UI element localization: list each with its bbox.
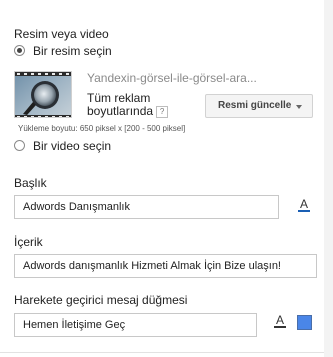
content-input[interactable]: Adwords danışmanlık Hizmeti Almak İçin B… bbox=[14, 254, 317, 278]
media-section-label: Resim veya video bbox=[14, 27, 109, 41]
radio-video-label[interactable]: Bir video seçin bbox=[33, 139, 111, 153]
thumbnail-photo bbox=[15, 72, 71, 117]
cta-button-color-swatch[interactable] bbox=[297, 315, 312, 330]
font-color-bar bbox=[274, 326, 286, 328]
content-field-label: İçerik bbox=[14, 235, 43, 249]
help-icon[interactable]: ? bbox=[156, 106, 169, 118]
cta-input[interactable]: Hemen İletişime Geç bbox=[14, 313, 257, 337]
radio-video-option[interactable] bbox=[14, 140, 25, 151]
radio-image-label[interactable]: Bir resim seçin bbox=[33, 44, 112, 58]
right-scroll-gutter bbox=[324, 0, 333, 357]
radio-image-option[interactable] bbox=[14, 45, 25, 56]
cta-field-label: Harekete geçirici mesaj düğmesi bbox=[14, 293, 188, 307]
title-font-color-icon[interactable]: A bbox=[297, 198, 311, 214]
image-thumbnail bbox=[14, 71, 72, 118]
font-color-bar bbox=[298, 210, 310, 212]
title-input[interactable]: Adwords Danışmanlık bbox=[14, 195, 279, 219]
title-field-label: Başlık bbox=[14, 176, 47, 190]
upload-size-hint: Yükleme boyutu: 650 piksel x [200 - 500 … bbox=[18, 124, 186, 133]
ad-sizes-line2: boyutlarında? bbox=[87, 104, 169, 118]
ad-sizes-text: Tüm reklam boyutlarında? bbox=[87, 92, 169, 118]
font-color-glyph: A bbox=[299, 197, 308, 211]
update-image-button[interactable]: Resmi güncelle bbox=[205, 94, 313, 118]
ad-editor-panel: Resim veya video Bir resim seçin Yandexi… bbox=[0, 0, 325, 357]
ad-sizes-line2-text: boyutlarında bbox=[87, 104, 154, 118]
font-color-glyph: A bbox=[275, 313, 284, 327]
chevron-down-icon bbox=[296, 105, 302, 109]
update-image-button-label: Resmi güncelle bbox=[218, 100, 292, 111]
section-divider bbox=[0, 352, 324, 353]
image-file-name: Yandexin-görsel-ile-görsel-ara... bbox=[87, 71, 257, 85]
cta-font-color-icon[interactable]: A bbox=[273, 314, 287, 330]
